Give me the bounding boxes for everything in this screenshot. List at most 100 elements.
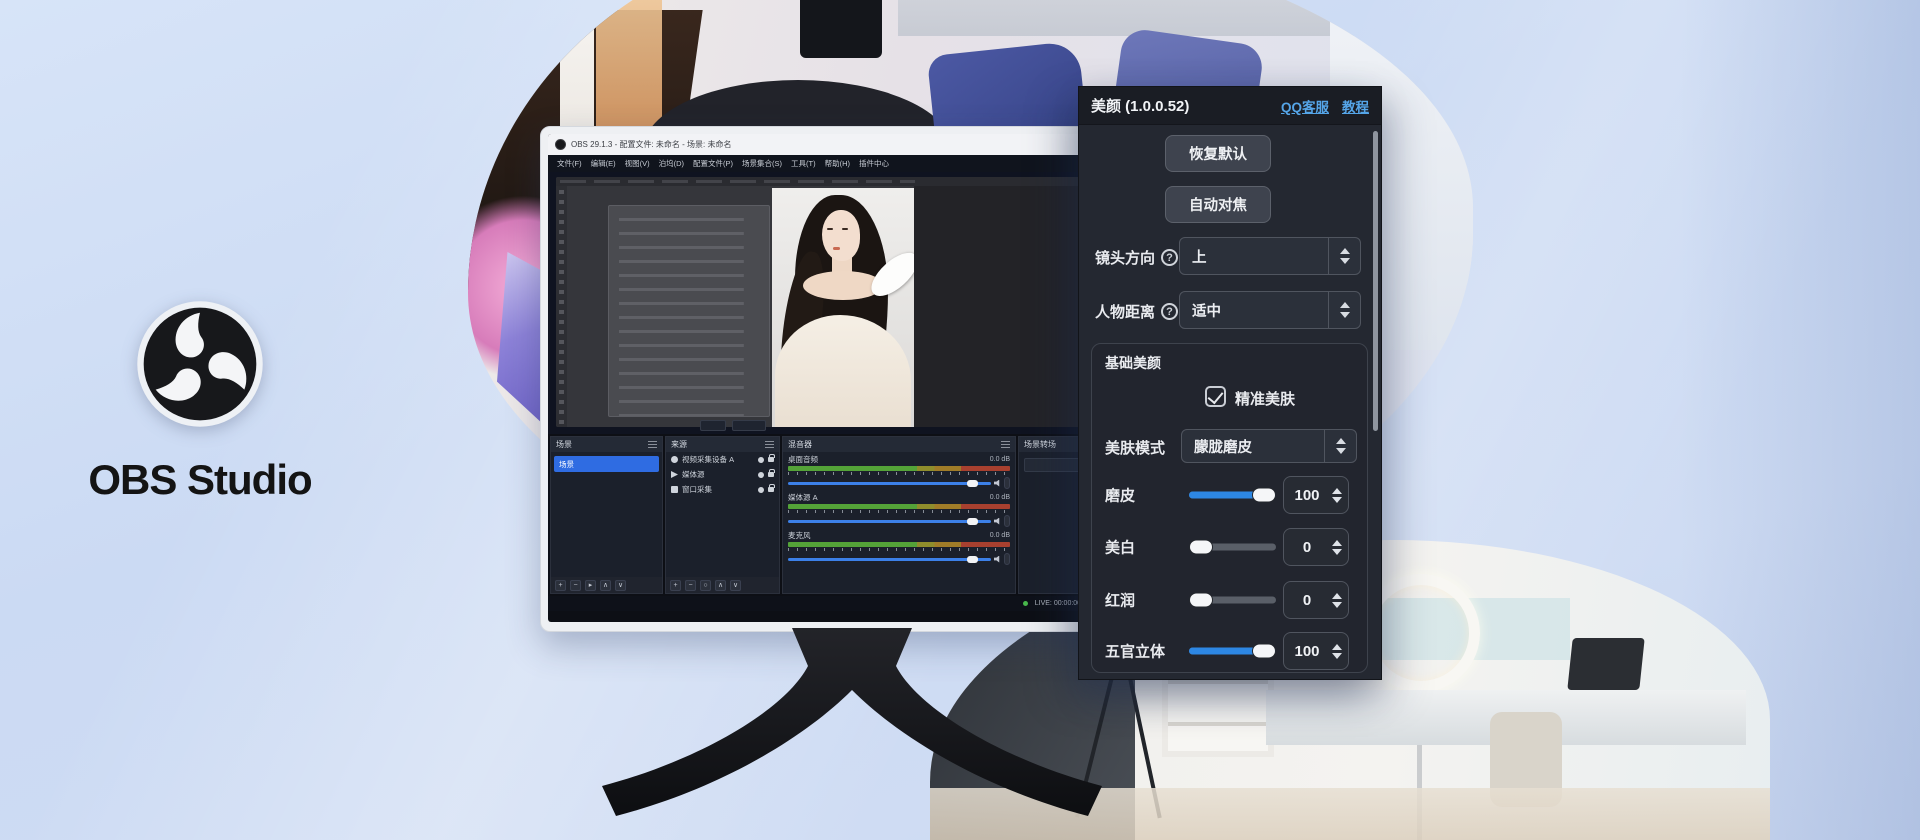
value-spinbox[interactable]: 100	[1283, 476, 1349, 514]
editor-window	[556, 177, 1148, 427]
spinner-arrows-icon[interactable]	[1330, 488, 1348, 503]
volume-slider-handle[interactable]	[967, 556, 978, 563]
remove-icon[interactable]: −	[685, 580, 696, 591]
source-name: 媒体源	[682, 469, 754, 480]
dock-menu-icon[interactable]	[648, 441, 657, 448]
move-down-icon[interactable]: ∨	[730, 580, 741, 591]
lock-icon[interactable]	[768, 487, 774, 492]
meter-ticks	[788, 472, 1010, 475]
obs-statusbar: LIVE: 00:00:00 REC: 00:00:00	[548, 596, 1154, 611]
value-spinbox[interactable]: 0	[1283, 528, 1349, 566]
remove-icon[interactable]: −	[570, 580, 581, 591]
menu-item[interactable]: 帮助(H)	[825, 158, 850, 169]
move-down-icon[interactable]: ∨	[615, 580, 626, 591]
menu-item[interactable]: 插件中心	[859, 158, 889, 169]
visibility-eye-icon[interactable]	[758, 457, 764, 463]
audio-meter	[788, 504, 1010, 509]
volume-slider[interactable]	[788, 482, 991, 485]
channel-options-button[interactable]	[1004, 515, 1010, 527]
visibility-eye-icon[interactable]	[758, 487, 764, 493]
editor-settings-panel	[608, 205, 770, 417]
volume-slider-handle[interactable]	[967, 518, 978, 525]
lock-icon[interactable]	[768, 457, 774, 462]
tutorial-link[interactable]: 教程	[1342, 96, 1369, 116]
preview-control-chip[interactable]	[732, 420, 766, 431]
slider-track[interactable]	[1189, 544, 1276, 551]
move-up-icon[interactable]: ∧	[600, 580, 611, 591]
channel-name: 桌面音频	[788, 454, 818, 465]
preview-control-chip[interactable]	[700, 420, 726, 431]
slider-value: 100	[1284, 487, 1330, 504]
source-list-item[interactable]: 视频采集设备 A	[666, 452, 779, 467]
channel-name: 媒体源 A	[788, 492, 818, 503]
help-icon[interactable]: ?	[1161, 249, 1178, 266]
volume-slider[interactable]	[788, 520, 991, 523]
source-type-icon	[671, 486, 678, 493]
value-spinbox[interactable]: 0	[1283, 581, 1349, 619]
add-icon[interactable]: +	[555, 580, 566, 591]
spinner-arrows-icon[interactable]	[1330, 593, 1348, 608]
speaker-icon[interactable]	[994, 518, 1001, 525]
mixer-channel: 麦克风0.0 dB	[783, 528, 1015, 566]
precise-skin-label: 精准美肤	[1235, 388, 1295, 409]
settings-icon[interactable]: ○	[700, 580, 711, 591]
skin-mode-select[interactable]: 朦胧磨皮	[1181, 429, 1357, 463]
properties-icon[interactable]: ▸	[585, 580, 596, 591]
menu-item[interactable]: 配置文件(P)	[693, 158, 733, 169]
dock-menu-icon[interactable]	[1001, 441, 1010, 448]
speaker-icon[interactable]	[994, 556, 1001, 563]
lock-icon[interactable]	[768, 472, 774, 477]
volume-slider[interactable]	[788, 558, 991, 561]
source-name: 视频采集设备 A	[682, 454, 754, 465]
scenes-dock-title: 场景	[556, 439, 572, 450]
beauty-slider-row: 美白0	[1079, 528, 1381, 566]
scenes-toolbar: + − ▸ ∧ ∨	[551, 577, 662, 593]
beauty-plugin-panel: 美颜 (1.0.0.52) QQ客服 教程 恢复默认 自动对焦 镜头方向 ? 上…	[1078, 86, 1382, 680]
slider-handle[interactable]	[1252, 488, 1276, 503]
live-status: LIVE: 00:00:00	[1035, 600, 1081, 607]
menu-item[interactable]: 文件(F)	[557, 158, 582, 169]
chevron-updown-icon	[1328, 238, 1360, 274]
slider-value: 0	[1284, 592, 1330, 609]
slider-track[interactable]	[1189, 492, 1276, 499]
precise-skin-checkbox[interactable]	[1205, 386, 1226, 407]
camera-direction-select[interactable]: 上	[1179, 237, 1361, 275]
slider-handle[interactable]	[1189, 593, 1213, 608]
restore-default-button[interactable]: 恢复默认	[1165, 135, 1271, 172]
audio-meter	[788, 466, 1010, 471]
value-spinbox[interactable]: 100	[1283, 632, 1349, 670]
person-distance-label: 人物距离 ?	[1095, 301, 1178, 322]
slider-handle[interactable]	[1252, 644, 1276, 659]
move-up-icon[interactable]: ∧	[715, 580, 726, 591]
source-list-item[interactable]: 媒体源	[666, 467, 779, 482]
slider-label: 磨皮	[1105, 485, 1135, 506]
dock-menu-icon[interactable]	[765, 441, 774, 448]
source-list-item[interactable]: 窗口采集	[666, 482, 779, 497]
slider-track[interactable]	[1189, 648, 1276, 655]
autofocus-button[interactable]: 自动对焦	[1165, 186, 1271, 223]
obs-window-icon	[555, 139, 566, 150]
volume-slider-handle[interactable]	[967, 480, 978, 487]
add-icon[interactable]: +	[670, 580, 681, 591]
help-icon[interactable]: ?	[1161, 303, 1178, 320]
slider-handle[interactable]	[1189, 540, 1213, 555]
qq-support-link[interactable]: QQ客服	[1281, 96, 1329, 116]
obs-branding: OBS Studio	[60, 300, 340, 504]
scene-list-item[interactable]: 场景	[554, 456, 659, 472]
menu-item[interactable]: 场景集合(S)	[742, 158, 782, 169]
obs-logo-icon	[136, 300, 264, 428]
spinner-arrows-icon[interactable]	[1330, 540, 1348, 555]
speaker-icon[interactable]	[994, 480, 1001, 487]
channel-options-button[interactable]	[1004, 553, 1010, 565]
menu-item[interactable]: 泊坞(D)	[659, 158, 684, 169]
menu-item[interactable]: 工具(T)	[791, 158, 816, 169]
channel-options-button[interactable]	[1004, 477, 1010, 489]
slider-track[interactable]	[1189, 597, 1276, 604]
visibility-eye-icon[interactable]	[758, 472, 764, 478]
transition-dock-title: 场景转场	[1024, 439, 1056, 450]
menu-item[interactable]: 编辑(E)	[591, 158, 616, 169]
menu-item[interactable]: 视图(V)	[625, 158, 650, 169]
spinner-arrows-icon[interactable]	[1330, 644, 1348, 659]
person-distance-select[interactable]: 适中	[1179, 291, 1361, 329]
panel-scrollbar[interactable]	[1373, 131, 1378, 431]
